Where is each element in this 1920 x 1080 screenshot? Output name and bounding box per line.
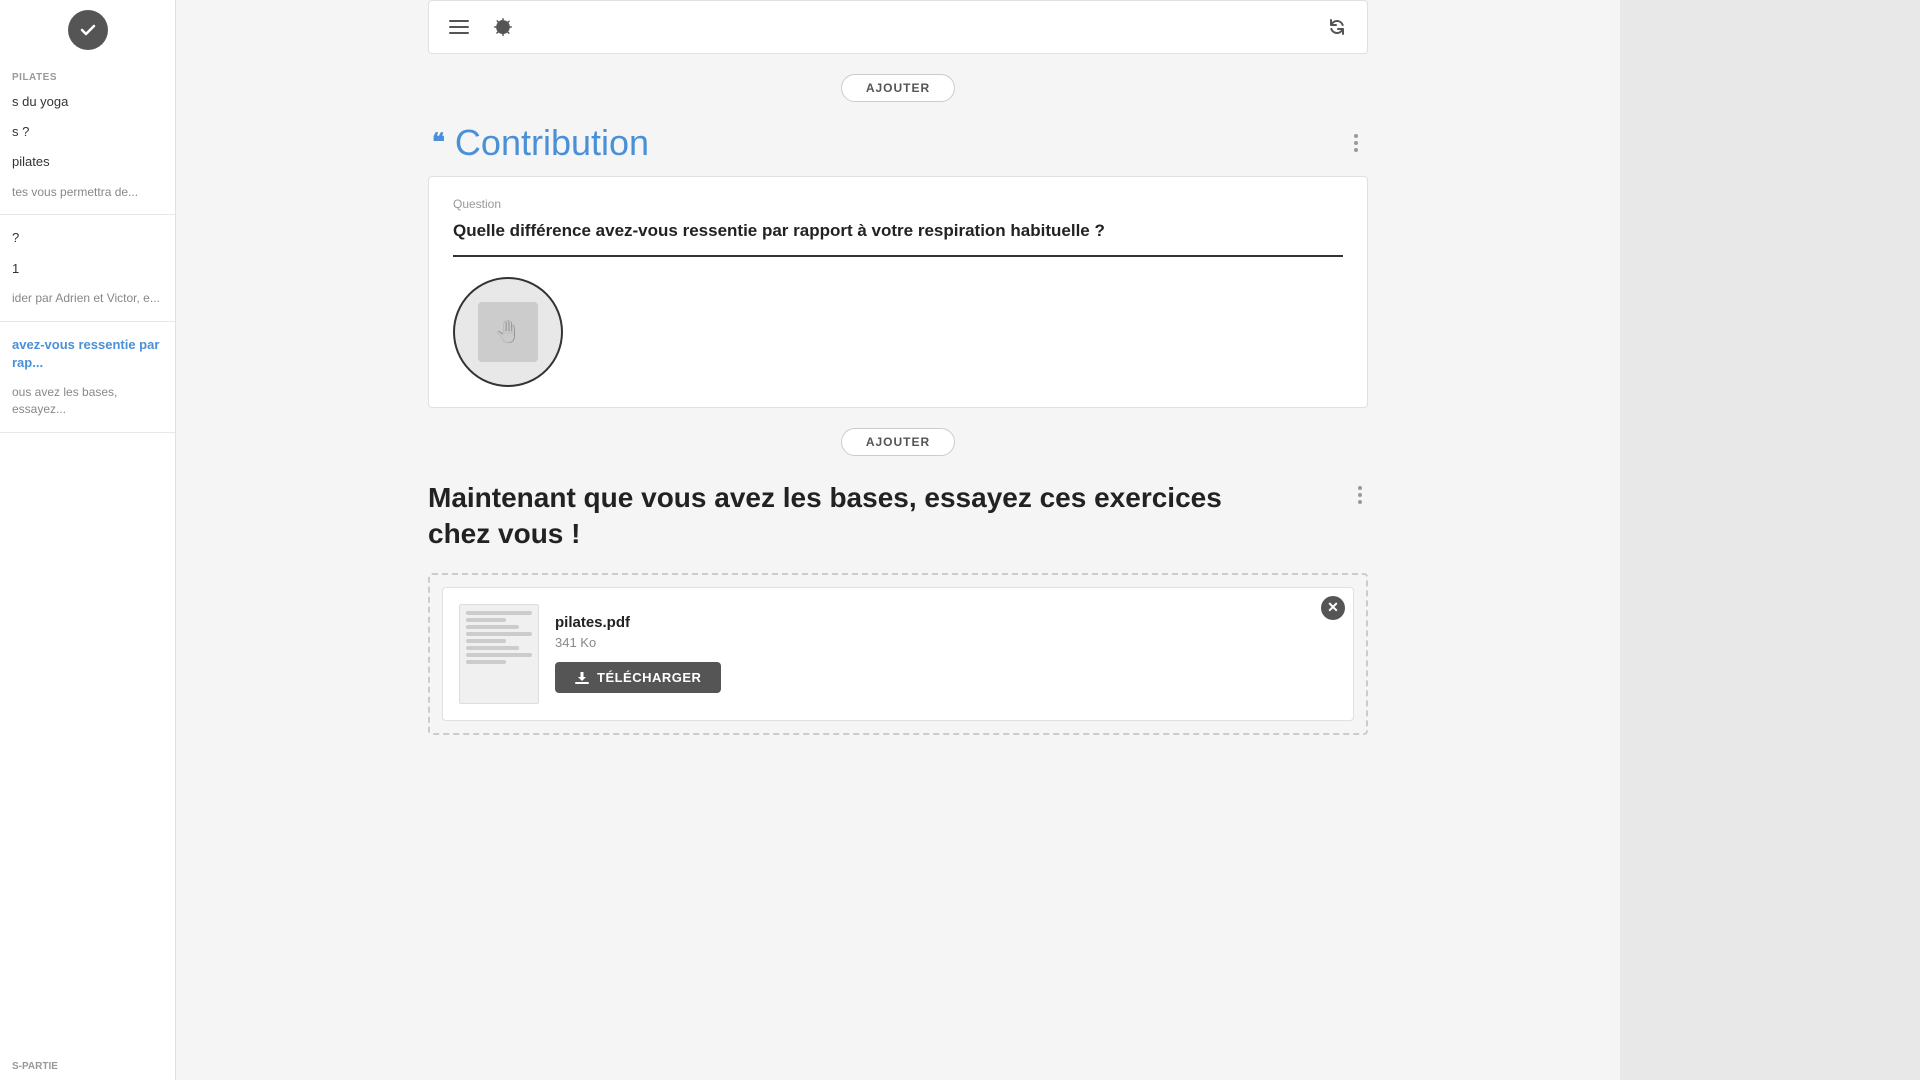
pdf-download-label: TÉLÉCHARGER [597, 670, 701, 685]
sidebar-item-q2[interactable]: ? [0, 223, 175, 253]
sidebar-item-q1[interactable]: s ? [0, 117, 175, 147]
question-text: Quelle différence avez-vous ressentie pa… [453, 219, 1343, 257]
question-label: Question [453, 197, 1343, 211]
pdf-line-5 [466, 639, 506, 643]
pdf-info: pilates.pdf 341 Ko TÉLÉCHARGER [555, 614, 721, 693]
dot-1 [1354, 134, 1358, 138]
sidebar-divider-3 [0, 432, 175, 433]
pdf-card: pilates.pdf 341 Ko TÉLÉCHARGER ✕ [442, 587, 1354, 721]
avatar-circle[interactable]: 🤚 [453, 277, 563, 387]
pdf-close-button[interactable]: ✕ [1321, 596, 1345, 620]
section-text-block: Maintenant que vous avez les bases, essa… [428, 480, 1368, 553]
pdf-filename: pilates.pdf [555, 614, 721, 631]
pdf-line-7 [466, 653, 532, 657]
sidebar-item-permettra[interactable]: tes vous permettra de... [0, 178, 175, 207]
toolbar-card [428, 0, 1368, 54]
sidebar-bottom-label: S-PARTIE [0, 1053, 175, 1080]
contribution-title: Contribution [455, 122, 649, 164]
sidebar-divider-2 [0, 321, 175, 322]
sidebar-item-contribution[interactable]: avez-vous ressentie par rap... [0, 330, 175, 378]
contribution-card: Question Quelle différence avez-vous res… [428, 176, 1368, 408]
pdf-line-2 [466, 618, 506, 622]
check-button[interactable] [68, 10, 108, 50]
settings-icon[interactable] [489, 13, 517, 41]
avatar-area: 🤚 [453, 277, 1343, 387]
section-big-text: Maintenant que vous avez les bases, essa… [428, 480, 1288, 553]
pdf-size: 341 Ko [555, 635, 721, 650]
pdf-line-4 [466, 632, 532, 636]
dot-2 [1358, 493, 1362, 497]
contribution-section: ❝ Contribution Question Quelle différenc… [428, 122, 1368, 408]
sidebar-item-guider[interactable]: ider par Adrien et Victor, e... [0, 284, 175, 313]
right-panel [1620, 0, 1920, 1080]
pdf-line-8 [466, 660, 506, 664]
section-more-options[interactable] [1352, 480, 1368, 510]
pdf-line-3 [466, 625, 519, 629]
menu-icon[interactable] [445, 13, 473, 41]
quote-icon: ❝ [432, 131, 445, 155]
pdf-line-6 [466, 646, 519, 650]
dot-3 [1358, 500, 1362, 504]
dot-3 [1354, 148, 1358, 152]
contribution-more-options[interactable] [1348, 128, 1364, 158]
dot-2 [1354, 141, 1358, 145]
pdf-download-button[interactable]: TÉLÉCHARGER [555, 662, 721, 693]
main-content: AJOUTER ❝ Contribution Question Quelle d… [176, 0, 1620, 1080]
sidebar-item-yoga[interactable]: s du yoga [0, 87, 175, 117]
toolbar-left [445, 13, 517, 41]
sidebar: PILATES s du yoga s ? pilates tes vous p… [0, 0, 176, 1080]
dot-1 [1358, 486, 1362, 490]
sidebar-item-pilates[interactable]: pilates [0, 147, 175, 177]
content-area: AJOUTER ❝ Contribution Question Quelle d… [428, 0, 1368, 775]
pdf-line-1 [466, 611, 532, 615]
drag-hand-icon: 🤚 [494, 319, 521, 345]
refresh-icon[interactable] [1323, 13, 1351, 41]
sidebar-divider-1 [0, 214, 175, 215]
sidebar-item-essayez[interactable]: ous avez les bases, essayez... [0, 378, 175, 424]
ajouter-bottom-button[interactable]: AJOUTER [841, 428, 955, 456]
avatar-inner: 🤚 [478, 302, 538, 362]
contribution-title-group: ❝ Contribution [432, 122, 649, 164]
ajouter-top-button[interactable]: AJOUTER [841, 74, 955, 102]
sidebar-section-pilates: PILATES [0, 66, 175, 87]
contribution-header: ❝ Contribution [428, 122, 1368, 164]
sidebar-item-num1[interactable]: 1 [0, 254, 175, 284]
pdf-thumbnail [459, 604, 539, 704]
pdf-container: pilates.pdf 341 Ko TÉLÉCHARGER ✕ [428, 573, 1368, 735]
